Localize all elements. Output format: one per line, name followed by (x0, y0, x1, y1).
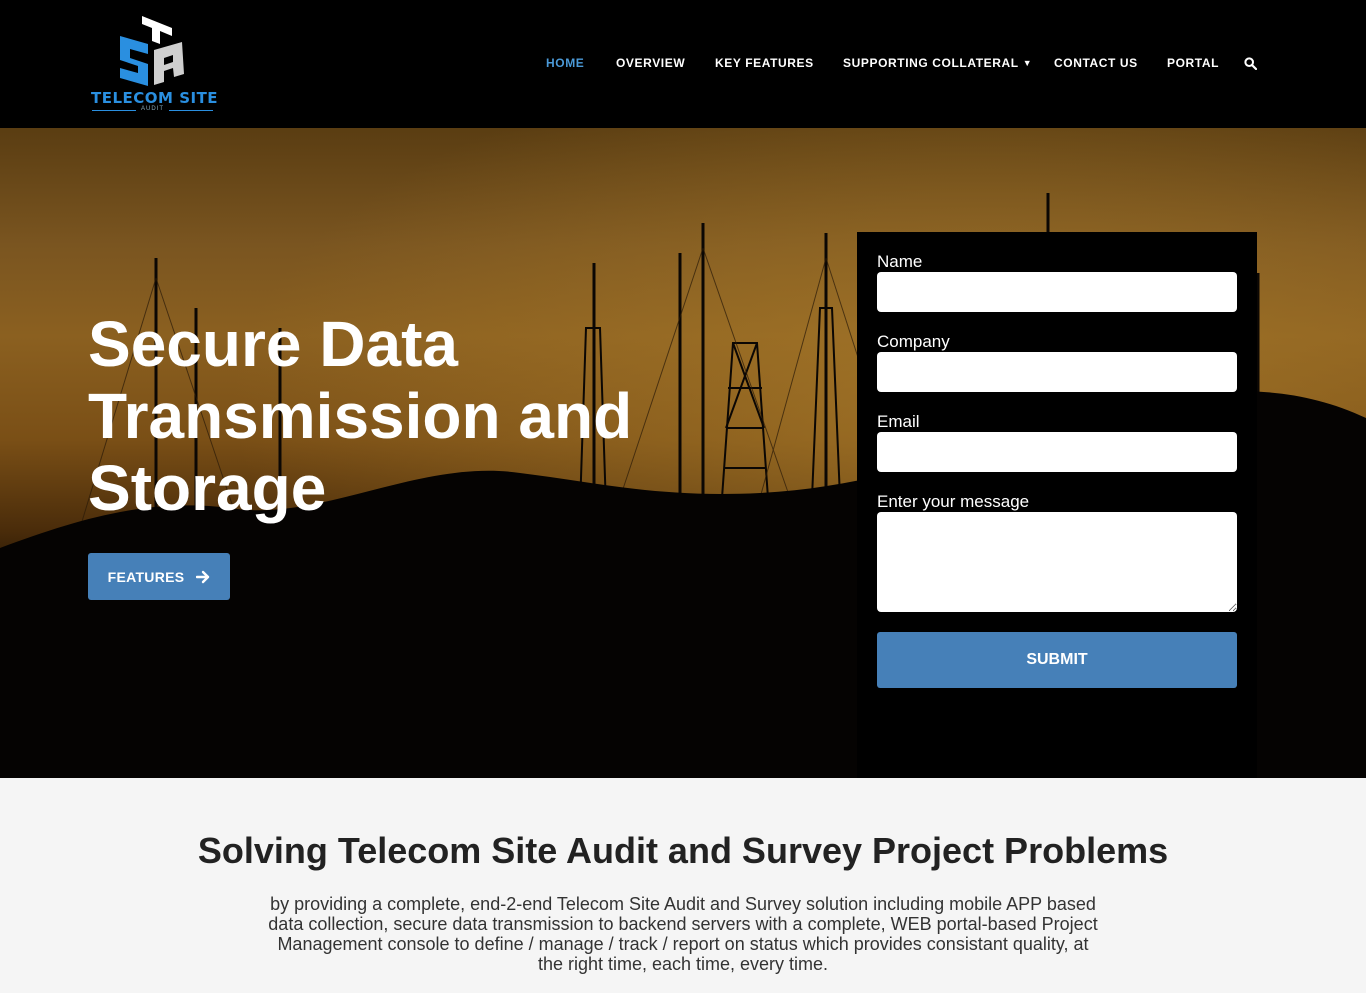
message-field[interactable] (877, 512, 1237, 612)
hero-title: Secure Data Transmission and Storage (88, 308, 633, 524)
site-header: TELECOM SITE AUDIT HOME OVERVIEW KEY FEA… (0, 0, 1366, 128)
company-field[interactable] (877, 352, 1237, 392)
hero-section: Secure Data Transmission and Storage FEA… (0, 128, 1366, 778)
nav-home[interactable]: HOME (546, 56, 584, 70)
logo-text: TELECOM SITE (91, 89, 219, 107)
submit-button[interactable]: SUBMIT (877, 632, 1237, 688)
main-nav: HOME OVERVIEW KEY FEATURES SUPPORTING CO… (0, 56, 1366, 72)
logo-subtitle: AUDIT (92, 106, 213, 112)
contact-form: Name Company Email Enter your message SU… (857, 232, 1257, 778)
search-icon[interactable] (1244, 57, 1257, 70)
nav-supporting-collateral-label: SUPPORTING COLLATERAL (843, 56, 1019, 70)
chevron-down-icon: ▼ (1022, 58, 1033, 68)
nav-overview[interactable]: OVERVIEW (616, 56, 685, 70)
nav-portal[interactable]: PORTAL (1167, 56, 1219, 70)
features-button[interactable]: FEATURES (88, 553, 230, 600)
intro-section: Solving Telecom Site Audit and Survey Pr… (0, 778, 1366, 993)
company-label: Company (877, 332, 950, 351)
arrow-right-icon (196, 570, 210, 583)
nav-key-features[interactable]: KEY FEATURES (715, 56, 814, 70)
email-label: Email (877, 412, 920, 431)
name-label: Name (877, 252, 923, 271)
email-field[interactable] (877, 432, 1237, 472)
nav-supporting-collateral[interactable]: SUPPORTING COLLATERAL ▼ (843, 56, 1032, 70)
nav-contact-us[interactable]: CONTACT US (1054, 56, 1138, 70)
features-button-label: FEATURES (107, 568, 185, 585)
message-label: Enter your message (877, 492, 1030, 511)
name-field[interactable] (877, 272, 1237, 312)
section-title: Solving Telecom Site Audit and Survey Pr… (197, 830, 1169, 871)
section-text: by providing a complete, end-2-end Telec… (268, 894, 1098, 974)
